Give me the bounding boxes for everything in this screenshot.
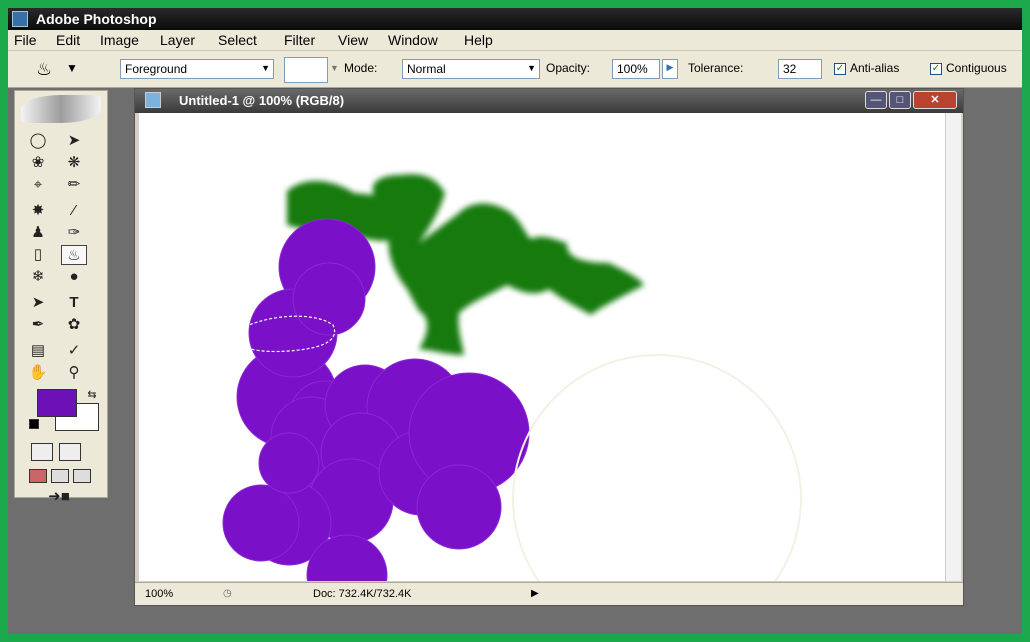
blur-tool-icon[interactable]: ❄ — [25, 267, 51, 287]
crop-tool-icon[interactable]: ⌖ — [25, 175, 51, 195]
lasso-tool-icon[interactable]: ❀ — [25, 153, 51, 173]
full-screen-menu-mode-icon[interactable] — [51, 469, 69, 483]
opacity-slider-button[interactable]: ▶ — [662, 59, 678, 79]
faint-circle-outline — [512, 354, 802, 581]
maximize-button[interactable]: □ — [889, 91, 911, 109]
chevron-down-icon: ▼ — [527, 63, 536, 73]
zoom-level[interactable]: 100% — [145, 588, 173, 600]
photoshop-window: Adobe Photoshop File Edit Image Layer Se… — [8, 8, 1022, 634]
standard-screen-mode-icon[interactable] — [29, 469, 47, 483]
path-selection-tool-icon[interactable]: ➤ — [25, 293, 51, 313]
vertical-scrollbar[interactable] — [945, 113, 961, 581]
foreground-color-swatch[interactable] — [37, 389, 77, 417]
document-window: Untitled-1 @ 100% (RGB/8) — □ ✕ 100% ◷ D… — [134, 88, 964, 606]
swap-colors-icon[interactable]: ⇆ — [79, 385, 105, 405]
pen-tool-icon[interactable]: ✒ — [25, 315, 51, 335]
menu-image[interactable]: Image — [100, 32, 139, 48]
paint-bucket-tool-icon[interactable]: ♨ — [61, 245, 87, 265]
status-menu-arrow-icon[interactable]: ▶ — [531, 588, 539, 599]
contiguous-checkbox[interactable]: ✓ — [930, 63, 942, 75]
menu-bar: File Edit Image Layer Select Filter View… — [8, 30, 1022, 51]
mode-value: Normal — [407, 62, 446, 76]
default-colors-icon[interactable] — [29, 419, 39, 429]
antialias-label: Anti-alias — [850, 61, 900, 75]
opacity-value: 100% — [617, 62, 648, 76]
menu-view[interactable]: View — [338, 32, 368, 48]
image-canvas[interactable] — [139, 113, 945, 581]
preset-dropdown-arrow-icon[interactable]: ▼ — [66, 61, 78, 75]
document-statusbar: 100% ◷ Doc: 732.4K/732.4K ▶ — [135, 582, 963, 605]
tolerance-label: Tolerance: — [688, 61, 744, 75]
full-screen-mode-icon[interactable] — [73, 469, 91, 483]
move-tool-icon[interactable]: ➤ — [61, 131, 87, 151]
app-title: Adobe Photoshop — [36, 11, 157, 27]
slice-tool-icon[interactable]: ✏ — [61, 175, 87, 195]
options-bar: ♨ ▼ Foreground ▼ ▼ Mode: Normal ▼ Opacit… — [8, 51, 1022, 88]
fill-source-select[interactable]: Foreground ▼ — [120, 59, 274, 79]
feather-logo-icon — [21, 95, 101, 123]
type-tool-icon[interactable]: T — [61, 293, 87, 313]
zoom-tool-icon[interactable]: ⚲ — [61, 363, 87, 383]
clone-stamp-tool-icon[interactable]: ♟ — [25, 223, 51, 243]
fill-source-value: Foreground — [125, 62, 188, 76]
app-titlebar: Adobe Photoshop — [8, 8, 1022, 30]
grapes-artwork — [222, 174, 802, 581]
menu-help[interactable]: Help — [464, 32, 493, 48]
magic-wand-tool-icon[interactable]: ❋ — [61, 153, 87, 173]
quick-mask-mode-icon[interactable] — [59, 443, 81, 461]
tolerance-value: 32 — [783, 62, 797, 76]
document-titlebar: Untitled-1 @ 100% (RGB/8) — □ ✕ — [135, 89, 963, 113]
eraser-tool-icon[interactable]: ▯ — [25, 245, 51, 265]
opacity-label: Opacity: — [546, 61, 591, 75]
paint-bucket-preset-icon[interactable]: ♨ — [36, 59, 52, 80]
antialias-checkbox[interactable]: ✓ — [834, 63, 846, 75]
opacity-input[interactable]: 100% — [612, 59, 660, 79]
photoshop-logo-icon — [12, 11, 28, 27]
mode-label: Mode: — [344, 61, 378, 75]
menu-filter[interactable]: Filter — [284, 32, 315, 48]
standard-mode-icon[interactable] — [31, 443, 53, 461]
history-brush-tool-icon[interactable]: ✑ — [61, 223, 87, 243]
menu-edit[interactable]: Edit — [56, 32, 80, 48]
dodge-tool-icon[interactable]: ● — [61, 267, 87, 287]
pattern-picker[interactable] — [284, 57, 328, 83]
menu-select[interactable]: Select — [218, 32, 257, 48]
document-icon — [145, 92, 161, 108]
chevron-down-icon: ▼ — [261, 63, 270, 73]
eyedropper-tool-icon[interactable]: ✓ — [61, 341, 87, 361]
jump-to-imageready-icon[interactable]: ➜■ — [37, 487, 81, 507]
doc-size-info: Doc: 732.4K/732.4K — [313, 588, 412, 600]
menu-file[interactable]: File — [14, 32, 37, 48]
marquee-tool-icon[interactable]: ◯ — [25, 131, 51, 151]
tolerance-input[interactable]: 32 — [778, 59, 822, 79]
custom-shape-tool-icon[interactable]: ✿ — [61, 315, 87, 335]
notes-tool-icon[interactable]: ▤ — [25, 341, 51, 361]
mode-select[interactable]: Normal ▼ — [402, 59, 540, 79]
healing-brush-tool-icon[interactable]: ✸ — [25, 201, 51, 221]
pattern-dropdown-arrow-icon[interactable]: ▼ — [330, 63, 339, 73]
status-icon[interactable]: ◷ — [223, 588, 232, 599]
brush-tool-icon[interactable]: ⁄ — [61, 201, 87, 221]
hand-tool-icon[interactable]: ✋ — [25, 363, 51, 383]
close-button[interactable]: ✕ — [913, 91, 957, 109]
minimize-button[interactable]: — — [865, 91, 887, 109]
menu-window[interactable]: Window — [388, 32, 438, 48]
menu-layer[interactable]: Layer — [160, 32, 195, 48]
toolbox: ◯ ➤ ❀ ❋ ⌖ ✏ ✸ ⁄ ♟ ✑ ▯ ♨ ❄ ● ➤ T ✒ ✿ ▤ ✓ … — [14, 90, 108, 505]
contiguous-label: Contiguous — [946, 61, 1007, 75]
document-title: Untitled-1 @ 100% (RGB/8) — [179, 93, 345, 108]
